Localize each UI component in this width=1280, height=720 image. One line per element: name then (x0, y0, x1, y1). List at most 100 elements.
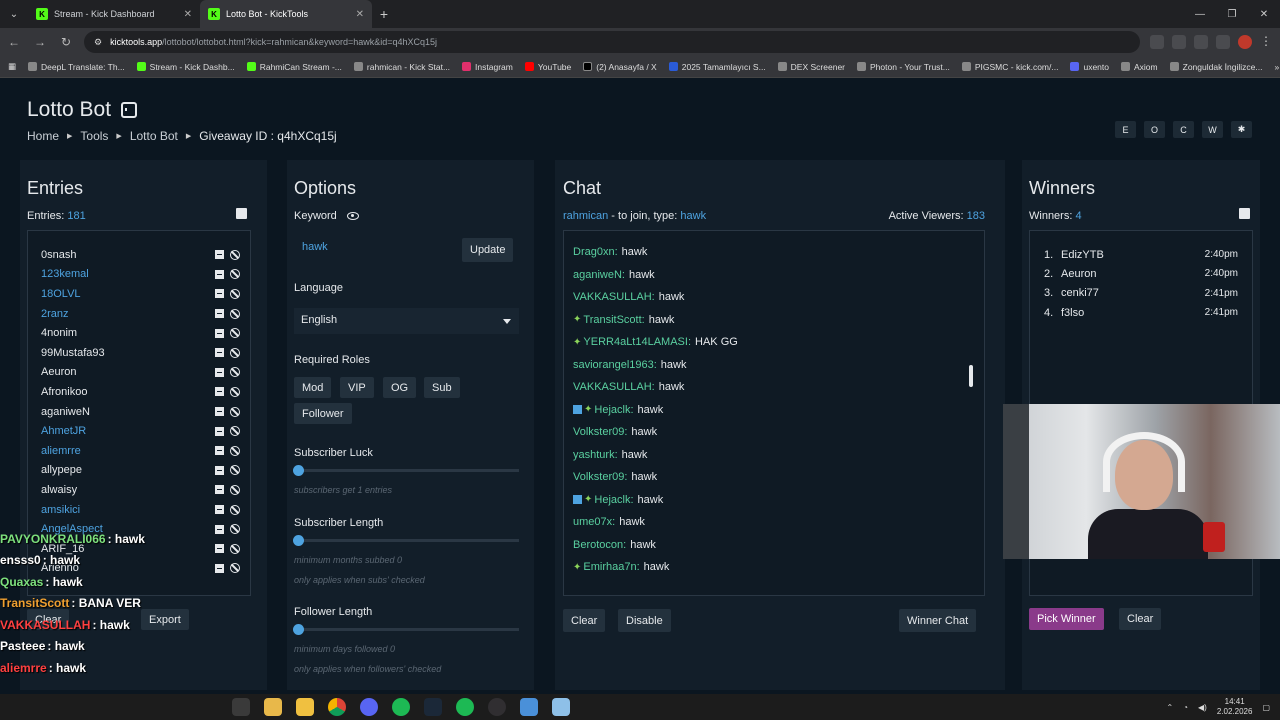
ban-icon[interactable] (230, 386, 240, 397)
ban-icon[interactable] (230, 308, 240, 319)
chat-username[interactable]: Volkster09: (573, 471, 627, 483)
bookmark-item[interactable]: uxento (1070, 62, 1109, 72)
close-icon[interactable]: ✕ (356, 9, 364, 20)
reload-icon[interactable]: ↻ (58, 35, 74, 49)
minus-icon[interactable] (215, 309, 224, 319)
breadcrumb-lotto-bot[interactable]: Lotto Bot (130, 129, 178, 143)
discord-icon[interactable] (360, 698, 378, 716)
minus-icon[interactable] (215, 407, 224, 417)
chat-username[interactable]: saviorangel1963: (573, 359, 657, 371)
minus-icon[interactable] (215, 387, 224, 397)
tab-search-icon[interactable]: ⌄ (0, 0, 28, 28)
chat-username[interactable]: Volkster09: (573, 426, 627, 438)
eye-icon[interactable] (346, 212, 359, 220)
minus-icon[interactable] (215, 328, 224, 338)
notifications-icon[interactable]: ▢ (1262, 703, 1270, 712)
close-icon[interactable]: ✕ (184, 9, 192, 20)
profile-avatar[interactable] (1238, 35, 1252, 49)
theme-button-o[interactable]: O (1144, 121, 1165, 138)
chat-username[interactable]: Emirhaa7n: (583, 561, 639, 573)
chat-username[interactable]: VAKKASULLAH: (573, 381, 655, 393)
tab-kick-dashboard[interactable]: K Stream - Kick Dashboard ✕ (28, 0, 200, 28)
chat-username[interactable]: VAKKASULLAH: (573, 291, 655, 303)
chat-username[interactable]: ume07x: (573, 516, 615, 528)
copy-icon[interactable] (1239, 208, 1250, 219)
extension-icon[interactable] (1172, 35, 1186, 49)
minus-icon[interactable] (215, 505, 224, 515)
folder-icon[interactable] (296, 698, 314, 716)
chat-scrollbar[interactable] (969, 365, 973, 387)
ban-icon[interactable] (230, 269, 240, 280)
app-icon[interactable] (520, 698, 538, 716)
breadcrumb-tools[interactable]: Tools (80, 129, 108, 143)
extension-icon[interactable] (1150, 35, 1164, 49)
file-explorer-icon[interactable] (264, 698, 282, 716)
minus-icon[interactable] (215, 269, 224, 279)
obs-icon[interactable] (488, 698, 506, 716)
task-view-icon[interactable] (232, 698, 250, 716)
chat-username[interactable]: TransitScott: (583, 314, 644, 326)
pick-winner-button[interactable]: Pick Winner (1029, 608, 1104, 630)
bookmark-item[interactable]: PIGSMC - kick.com/... (961, 62, 1058, 72)
wifi-icon[interactable]: ◔ (1183, 703, 1188, 712)
bookmark-item[interactable]: YouTube (524, 62, 571, 72)
tray-chevron-icon[interactable]: ⌃ (1166, 703, 1173, 712)
clear-winners-button[interactable]: Clear (1119, 608, 1162, 630)
clear-chat-button[interactable]: Clear (563, 609, 606, 632)
chrome-icon[interactable] (328, 698, 346, 716)
bookmark-item[interactable]: Photon - Your Trust... (857, 62, 950, 72)
chat-username[interactable]: yashturk: (573, 449, 618, 461)
role-vip-button[interactable]: VIP (340, 377, 374, 398)
role-og-button[interactable]: OG (383, 377, 417, 398)
minus-icon[interactable] (215, 367, 224, 377)
menu-icon[interactable]: ⋮ (1260, 35, 1274, 49)
spotify-icon[interactable] (392, 698, 410, 716)
follow-length-slider[interactable] (293, 624, 519, 635)
extension-icon[interactable] (1194, 35, 1208, 49)
bookmark-item[interactable]: Zonguldak İngilizce... (1169, 62, 1262, 72)
bookmark-item[interactable]: RahmiCan Stream -... (246, 62, 342, 72)
ban-icon[interactable] (230, 504, 240, 515)
ban-icon[interactable] (230, 484, 240, 495)
winner-chat-button[interactable]: Winner Chat (899, 609, 977, 632)
role-sub-button[interactable]: Sub (424, 377, 460, 398)
ban-icon[interactable] (230, 406, 240, 417)
ban-icon[interactable] (230, 426, 240, 437)
bookmark-item[interactable]: (2) Anasayfa / X (583, 62, 657, 72)
bookmark-item[interactable]: 2025 Tamamlayıcı S... (668, 62, 766, 72)
url-input[interactable]: ⚙ kicktools.app/lottobot/lottobot.html?k… (84, 31, 1140, 53)
theme-button-e[interactable]: E (1115, 121, 1136, 138)
chat-log[interactable]: Drag0xn: hawk aganiweN: hawk VAKKASULLAH: haw… (563, 230, 985, 596)
minus-icon[interactable] (215, 348, 224, 358)
chat-username[interactable]: YERR4aLt14LAMASI: (583, 336, 691, 348)
maximize-icon[interactable]: ❐ (1216, 0, 1248, 28)
chat-username[interactable]: Berotocon: (573, 539, 626, 551)
clock[interactable]: 14:41 2.02.2026 (1217, 697, 1253, 717)
site-info-icon[interactable]: ⚙ (94, 37, 102, 48)
minus-icon[interactable] (215, 485, 224, 495)
minus-icon[interactable] (215, 250, 224, 260)
sub-luck-slider[interactable] (293, 465, 519, 476)
tab-lotto-bot[interactable]: K Lotto Bot - KickTools ✕ (200, 0, 372, 28)
minus-icon[interactable] (215, 446, 224, 456)
ban-icon[interactable] (230, 465, 240, 476)
copy-icon[interactable] (236, 208, 247, 219)
chat-username[interactable]: Hejaclk: (594, 404, 633, 416)
theme-button-star[interactable]: ✱ (1231, 121, 1252, 138)
bookmark-item[interactable]: DeepL Translate: Th... (28, 62, 125, 72)
minus-icon[interactable] (215, 289, 224, 299)
keyword-input[interactable]: hawk (294, 237, 454, 261)
close-window-icon[interactable]: ✕ (1248, 0, 1280, 28)
steam-icon[interactable] (424, 698, 442, 716)
role-mod-button[interactable]: Mod (294, 377, 332, 398)
bookmark-item[interactable]: Instagram (462, 62, 513, 72)
disable-chat-button[interactable]: Disable (618, 609, 671, 632)
minimize-icon[interactable]: — (1184, 0, 1216, 28)
ban-icon[interactable] (230, 445, 240, 456)
language-select[interactable]: English (294, 308, 519, 334)
ban-icon[interactable] (230, 347, 240, 358)
breadcrumb-home[interactable]: Home (27, 129, 59, 143)
bookmark-item[interactable]: Stream - Kick Dashb... (136, 62, 235, 72)
new-tab-button[interactable]: + (372, 6, 396, 22)
apps-icon[interactable]: ▦ (8, 61, 16, 72)
